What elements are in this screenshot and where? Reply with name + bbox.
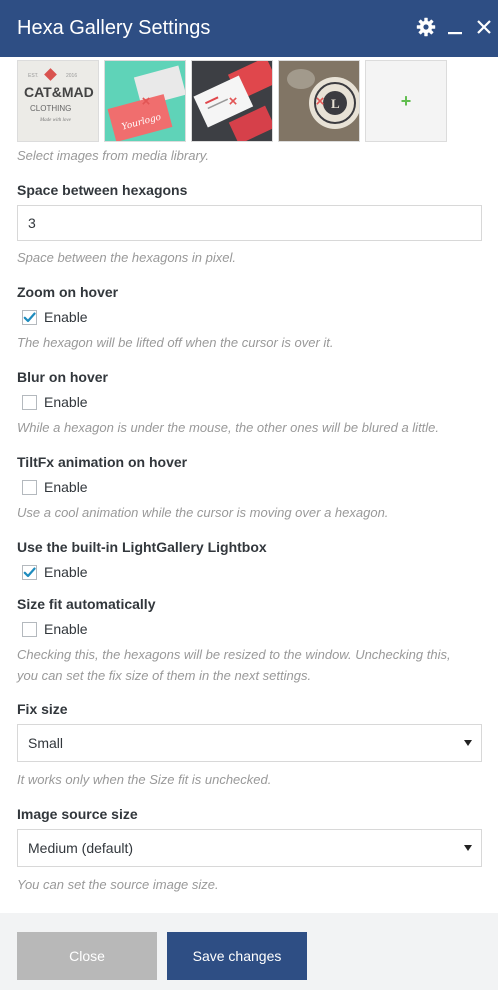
- space-input[interactable]: 3: [17, 205, 482, 241]
- svg-text:CLOTHING: CLOTHING: [30, 104, 71, 113]
- checkbox-box[interactable]: [22, 309, 37, 325]
- tiltfx-enable-checkbox[interactable]: Enable: [22, 477, 88, 497]
- leather-badge-thumbnail[interactable]: L ×: [278, 60, 360, 142]
- sizefit-enable-label: Enable: [44, 621, 88, 637]
- business-card-thumbnail[interactable]: Yourlogo ×: [104, 60, 186, 142]
- fixsize-selected-value: Small: [28, 735, 64, 751]
- svg-text:EST.: EST.: [28, 73, 39, 79]
- zoom-help-text: The hexagon will be lifted off when the …: [17, 335, 334, 350]
- imagesource-help-text: You can set the source image size.: [17, 877, 219, 892]
- zoom-label: Zoom on hover: [17, 284, 119, 300]
- tiltfx-enable-label: Enable: [44, 479, 88, 495]
- fixsize-help-text: It works only when the Size fit is unche…: [17, 772, 272, 787]
- red-card-thumbnail[interactable]: ×: [191, 60, 273, 142]
- images-help-text: Select images from media library.: [17, 148, 209, 163]
- add-image-button[interactable]: +: [365, 60, 447, 142]
- blur-enable-checkbox[interactable]: Enable: [22, 392, 88, 412]
- thumbnail-text-logo: CAT&MAD: [24, 84, 94, 100]
- save-changes-button[interactable]: Save changes: [167, 932, 307, 980]
- blur-enable-label: Enable: [44, 394, 88, 410]
- lightbox-label: Use the built-in LightGallery Lightbox: [17, 539, 267, 555]
- space-help-text: Space between the hexagons in pixel.: [17, 250, 236, 265]
- checkbox-box[interactable]: [22, 479, 37, 495]
- tiltfx-help-text: Use a cool animation while the cursor is…: [17, 505, 389, 520]
- settings-panel: EST. 2016 CAT&MAD CLOTHING Made with lov…: [0, 57, 498, 913]
- checkmark-icon: [23, 567, 36, 577]
- imagesource-select[interactable]: Medium (default): [17, 829, 482, 867]
- fixsize-label: Fix size: [17, 701, 68, 717]
- lightbox-enable-label: Enable: [44, 564, 88, 580]
- remove-x-icon[interactable]: ×: [140, 94, 152, 109]
- plus-icon: +: [400, 90, 412, 111]
- lightbox-enable-checkbox[interactable]: Enable: [22, 562, 88, 582]
- fixsize-select[interactable]: Small: [17, 724, 482, 762]
- checkbox-box[interactable]: [22, 564, 37, 580]
- dropdown-arrow-icon: [464, 845, 472, 851]
- svg-text:L: L: [331, 96, 340, 111]
- minimize-icon[interactable]: [444, 16, 466, 38]
- checkbox-box[interactable]: [22, 621, 37, 637]
- close-icon[interactable]: [473, 16, 495, 38]
- sizefit-help-text-line1: Checking this, the hexagons will be resi…: [17, 647, 451, 662]
- imagesource-selected-value: Medium (default): [28, 840, 134, 856]
- close-button[interactable]: Close: [17, 932, 157, 980]
- remove-x-icon[interactable]: ×: [314, 94, 326, 109]
- imagesource-label: Image source size: [17, 806, 138, 822]
- zoom-enable-label: Enable: [44, 309, 88, 325]
- blur-label: Blur on hover: [17, 369, 109, 385]
- dialog-footer: Close Save changes: [0, 913, 498, 990]
- sizefit-label: Size fit automatically: [17, 596, 156, 612]
- space-label: Space between hexagons: [17, 182, 188, 198]
- svg-text:Made with love: Made with love: [39, 118, 72, 123]
- remove-x-icon[interactable]: ×: [227, 94, 239, 109]
- checkbox-box[interactable]: [22, 394, 37, 410]
- title-bar: Hexa Gallery Settings: [0, 0, 498, 57]
- dropdown-arrow-icon: [464, 740, 472, 746]
- sizefit-help-text-line2: you can set the fix size of them in the …: [17, 668, 312, 683]
- zoom-enable-checkbox[interactable]: Enable: [22, 307, 88, 327]
- svg-text:2016: 2016: [66, 73, 77, 79]
- checkmark-icon: [23, 312, 36, 322]
- window-title: Hexa Gallery Settings: [17, 17, 211, 39]
- clothing-logo-thumbnail[interactable]: EST. 2016 CAT&MAD CLOTHING Made with lov…: [17, 60, 99, 142]
- blur-help-text: While a hexagon is under the mouse, the …: [17, 420, 440, 435]
- tiltfx-label: TiltFx animation on hover: [17, 454, 188, 470]
- gear-icon[interactable]: [415, 16, 437, 38]
- sizefit-enable-checkbox[interactable]: Enable: [22, 619, 88, 639]
